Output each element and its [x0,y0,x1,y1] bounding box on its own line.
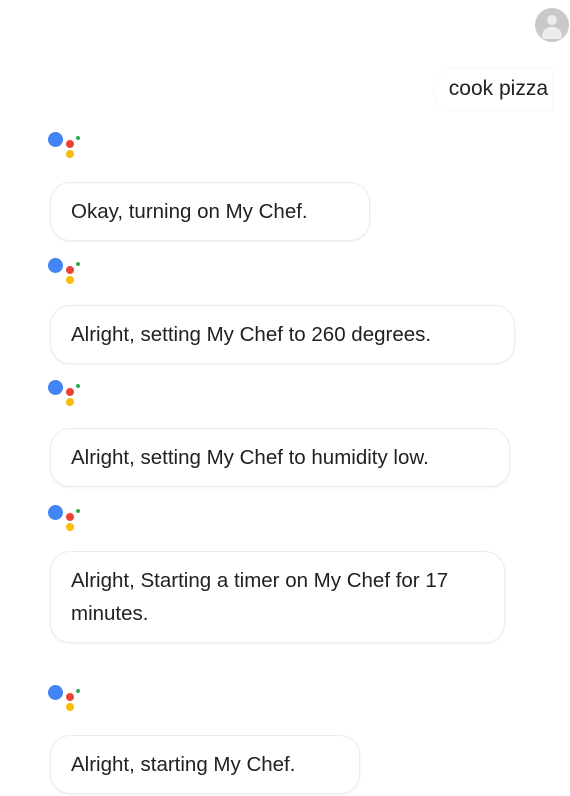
assistant-dot-green [76,262,80,266]
assistant-dot-green [76,136,80,140]
assistant-message-bubble: Alright, setting My Chef to humidity low… [50,428,510,487]
avatar-shoulders [542,27,562,39]
assistant-dot-green [76,689,80,693]
google-assistant-icon [46,378,86,410]
google-assistant-icon [46,130,86,162]
assistant-dot-yellow [66,523,74,531]
assistant-message-bubble: Okay, turning on My Chef. [50,182,370,241]
assistant-dot-blue [48,132,63,147]
google-assistant-icon [46,503,86,535]
assistant-dot-blue [48,380,63,395]
assistant-dot-red [66,388,74,396]
assistant-dot-yellow [66,703,74,711]
assistant-message-bubble: Alright, starting My Chef. [50,735,360,794]
avatar-head [547,15,557,25]
assistant-message-bubble: Alright, setting My Chef to 260 degrees. [50,305,515,364]
assistant-dot-blue [48,505,63,520]
assistant-dot-blue [48,685,63,700]
google-assistant-icon [46,256,86,288]
assistant-dot-green [76,384,80,388]
assistant-dot-red [66,140,74,148]
assistant-message-bubble: Alright, Starting a timer on My Chef for… [50,551,505,643]
assistant-dot-red [66,513,74,521]
assistant-dot-yellow [66,398,74,406]
assistant-dot-yellow [66,150,74,158]
assistant-dot-red [66,266,74,274]
assistant-dot-red [66,693,74,701]
google-assistant-icon [46,683,86,715]
assistant-dot-blue [48,258,63,273]
user-message-bubble: cook pizza [434,68,552,110]
user-avatar-icon[interactable] [535,8,569,42]
assistant-dot-yellow [66,276,74,284]
assistant-dot-green [76,509,80,513]
